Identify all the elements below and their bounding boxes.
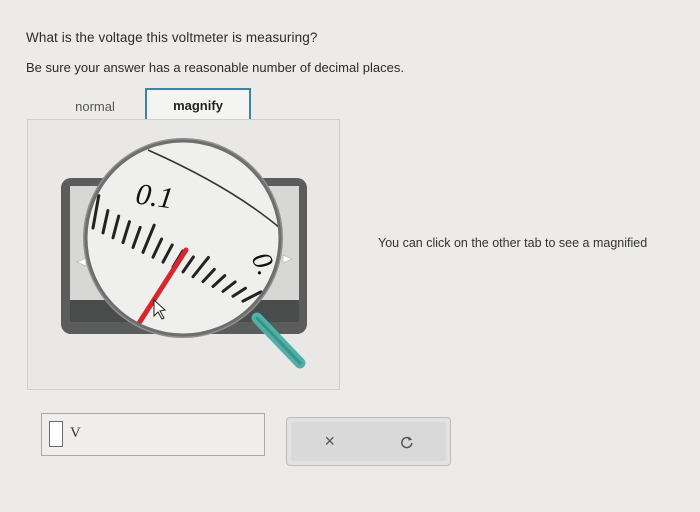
undo-icon	[401, 436, 413, 448]
close-icon: ×	[324, 431, 335, 451]
instructions-text: Be sure your answer has a reasonable num…	[26, 60, 404, 75]
undo-button[interactable]	[369, 422, 447, 461]
meter-panel: 0.1 0.	[27, 119, 340, 390]
question-text: What is the voltage this voltmeter is me…	[26, 30, 318, 45]
hint-text: You can click on the other tab to see a …	[378, 236, 648, 250]
answer-input[interactable]	[49, 421, 63, 447]
voltmeter-illustration: 0.1 0.	[61, 138, 307, 369]
action-bar-inner: ×	[291, 422, 446, 461]
action-bar: ×	[286, 417, 451, 466]
tab-normal[interactable]: normal	[50, 89, 140, 123]
tab-magnify[interactable]: magnify	[145, 88, 251, 122]
clear-button[interactable]: ×	[291, 422, 369, 461]
answer-box: V	[41, 413, 265, 456]
scale-label-top: 0.1	[134, 177, 176, 215]
unit-label: V	[70, 425, 81, 441]
